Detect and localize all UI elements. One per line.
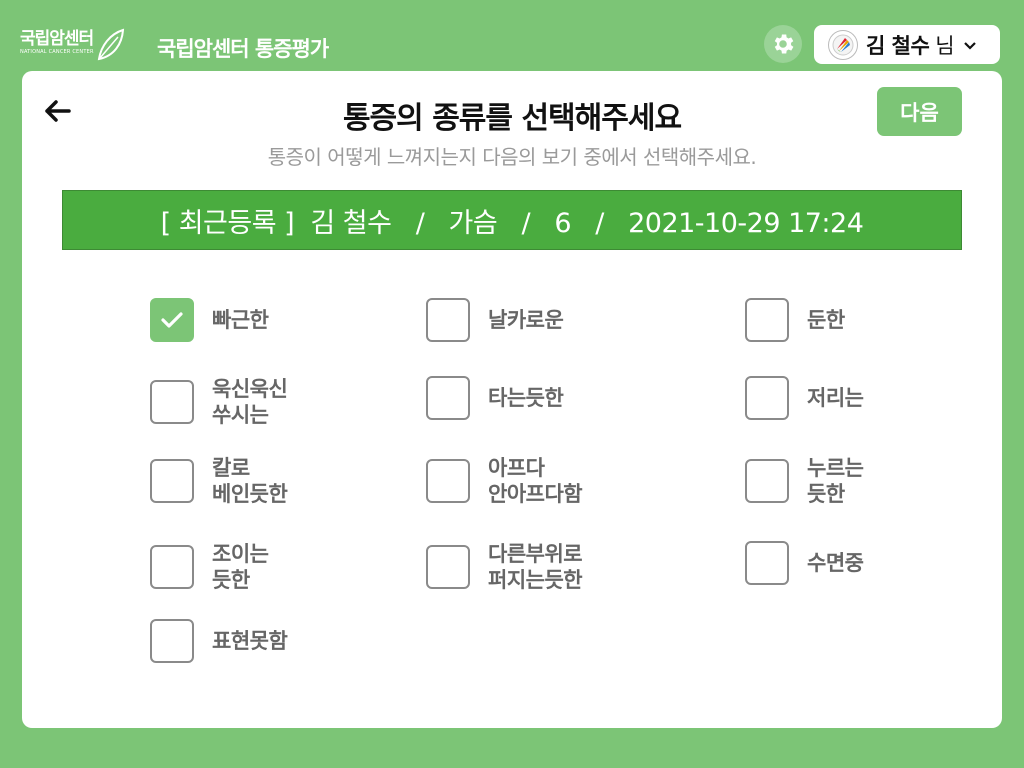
pain-option-label: 표현못함 [212,629,288,653]
pain-option-label: 날카로운 [488,308,564,332]
ncc-logo: 국립암센터 NATIONAL CANCER CENTER [20,28,126,62]
pain-option[interactable]: 표현못함 [150,619,288,663]
pain-option-checkbox[interactable] [150,298,194,342]
gear-icon [774,34,794,54]
settings-button[interactable] [764,25,802,63]
user-menu[interactable]: 김 철수 님 [814,25,1000,64]
pain-option-label: 저리는 [807,386,864,410]
pain-option-checkbox[interactable] [150,619,194,663]
pain-option-label: 다른부위로 퍼지는듯한 [488,542,583,592]
page-title: 통증의 종류를 선택해주세요 [342,101,682,136]
pain-option-checkbox[interactable] [426,459,470,503]
pain-option-checkbox[interactable] [745,298,789,342]
pain-option[interactable]: 둔한 [745,298,845,342]
main-card: 통증의 종류를 선택해주세요 통증이 어떻게 느껴지는지 다음의 보기 중에서 … [22,71,1002,728]
pain-option[interactable]: 저리는 [745,376,864,420]
profile-emblem-icon [832,34,854,55]
pain-option[interactable]: 칼로 베인듯한 [150,455,288,507]
pain-option[interactable]: 다른부위로 퍼지는듯한 [426,541,583,593]
pain-option-label: 빠근한 [212,308,269,332]
pain-option-label: 수면중 [807,551,864,575]
avatar [828,29,858,60]
pain-option-checkbox[interactable] [426,298,470,342]
user-name: 김 철수 [866,33,930,58]
pain-option-label: 누르는 듯한 [807,456,864,506]
pain-option-label: 칼로 베인듯한 [212,456,288,506]
pain-option[interactable]: 타는듯한 [426,376,564,420]
leaf-icon [97,28,124,61]
pain-option-label: 아프다 안아프다함 [488,456,583,506]
pain-option-checkbox[interactable] [426,545,470,589]
page-subtitle: 통증이 어떻게 느껴지는지 다음의 보기 중에서 선택해주세요. [267,145,757,169]
pain-option-checkbox[interactable] [745,459,789,503]
pain-option-checkbox[interactable] [150,380,194,424]
pain-option-checkbox[interactable] [745,541,789,585]
pain-option[interactable]: 날카로운 [426,298,564,342]
pain-option-checkbox[interactable] [150,545,194,589]
pain-option-label: 둔한 [807,308,845,332]
pain-option[interactable]: 수면중 [745,541,864,585]
recent-record-banner: [ 최근등록 ] 김 철수 / 가슴 / 6 / 2021-10-29 17:2… [62,190,962,250]
pain-option-label: 조이는 듯한 [212,542,269,592]
pain-option[interactable]: 조이는 듯한 [150,541,269,593]
user-honorific: 님 [935,33,955,58]
app-title: 국립암센터 통증평가 [157,37,329,61]
check-icon [161,312,183,328]
pain-option[interactable]: 빠근한 [150,298,269,342]
pain-option[interactable]: 누르는 듯한 [745,455,864,507]
pain-option[interactable]: 욱신욱신 쑤시는 [150,376,288,428]
chevron-down-icon [963,42,976,50]
next-button[interactable]: 다음 [877,87,962,136]
pain-option-checkbox[interactable] [745,376,789,420]
top-bar: 국립암센터 NATIONAL CANCER CENTER 국립암센터 통증평가 … [0,0,1024,70]
logo-text: 국립암센터 [20,29,94,49]
logo-subtext: NATIONAL CANCER CENTER [20,49,94,55]
pain-option[interactable]: 아프다 안아프다함 [426,455,583,507]
pain-option-checkbox[interactable] [150,459,194,503]
pain-option-label: 욱신욱신 쑤시는 [212,377,288,427]
pain-option-label: 타는듯한 [488,386,564,410]
pain-option-checkbox[interactable] [426,376,470,420]
